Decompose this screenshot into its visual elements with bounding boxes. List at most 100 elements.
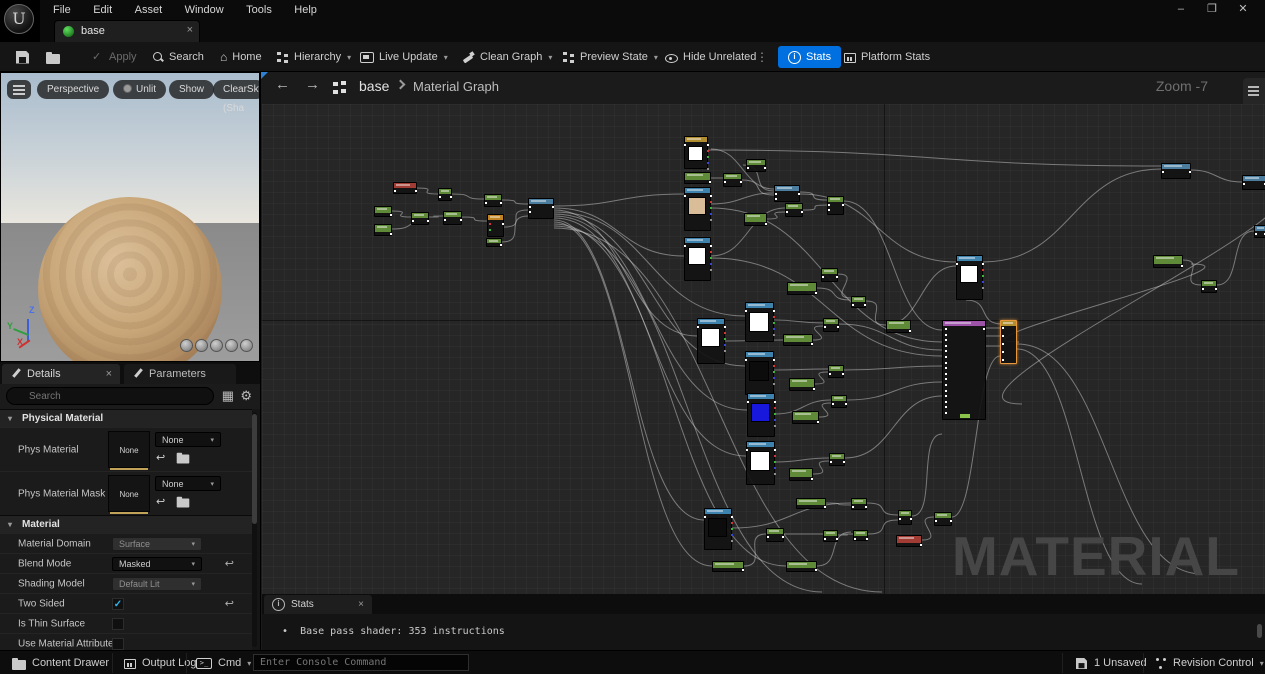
node-pin[interactable] <box>390 233 392 235</box>
node-pin[interactable] <box>813 388 815 390</box>
back-arrow-icon[interactable]: ← <box>275 76 290 93</box>
menu-help[interactable]: Help <box>285 2 326 18</box>
node-pin[interactable] <box>945 372 947 375</box>
graph-node[interactable] <box>374 224 392 236</box>
node-pin[interactable] <box>774 473 776 475</box>
graph-node[interactable] <box>827 196 844 215</box>
graph-node[interactable] <box>712 561 744 572</box>
node-pin[interactable] <box>815 569 817 571</box>
node-pin[interactable] <box>774 455 776 457</box>
breadcrumb-page[interactable]: Material Graph <box>413 79 499 94</box>
node-pin[interactable] <box>710 219 712 221</box>
node-pin[interactable] <box>982 269 984 271</box>
node-pin[interactable] <box>842 373 844 375</box>
node-pin[interactable] <box>1002 359 1004 361</box>
perspective-button[interactable]: Perspective <box>37 80 110 99</box>
home-button[interactable]: ⌂ Home <box>216 46 266 68</box>
node-pin[interactable] <box>1181 265 1183 267</box>
node-pin[interactable] <box>945 367 947 370</box>
node-pin[interactable] <box>1202 288 1204 290</box>
node-pin[interactable] <box>529 211 531 213</box>
stats-scrollbar[interactable] <box>1257 624 1262 638</box>
unsaved-status-button[interactable]: 1 Unsaved <box>1075 654 1147 672</box>
breadcrumb-asset[interactable]: base <box>359 78 389 94</box>
node-pin[interactable] <box>707 162 709 164</box>
phys-material-mask-thumbnail[interactable]: None <box>108 475 150 514</box>
clearsky-button[interactable]: ClearSky (Sha <box>213 80 259 114</box>
graph-node[interactable] <box>1242 175 1265 190</box>
node-pin[interactable] <box>945 389 947 392</box>
phys-material-dropdown[interactable]: None ▾ <box>155 432 221 447</box>
node-pin[interactable] <box>724 350 726 352</box>
node-pin[interactable] <box>444 219 446 221</box>
graph-node[interactable] <box>766 528 784 542</box>
graph-canvas[interactable]: MATERIAL <box>262 104 1265 594</box>
graph-node[interactable] <box>831 395 847 408</box>
node-pin[interactable] <box>836 276 838 278</box>
node-pin[interactable] <box>774 449 776 451</box>
tab-parameters[interactable]: Parameters <box>124 364 236 384</box>
node-pin[interactable] <box>822 276 824 278</box>
node-pin[interactable] <box>773 316 775 318</box>
search-button[interactable]: Search <box>148 46 208 68</box>
is-thin-surface-checkbox[interactable] <box>112 618 124 630</box>
node-pin[interactable] <box>1002 335 1004 337</box>
hierarchy-button[interactable]: Hierarchy ▾ <box>272 46 355 68</box>
graph-node[interactable] <box>1153 255 1183 268</box>
unlit-button[interactable]: Unlit <box>113 80 167 99</box>
node-pin[interactable] <box>460 219 462 221</box>
graph-node[interactable] <box>1201 280 1217 293</box>
section-physical-material[interactable]: Physical Material <box>0 409 252 428</box>
use-selected-asset-icon[interactable]: ↩ <box>156 495 165 508</box>
node-pin[interactable] <box>764 167 766 169</box>
graph-node[interactable] <box>438 188 452 201</box>
node-pin[interactable] <box>845 403 847 405</box>
shape-plane-button[interactable] <box>210 339 223 352</box>
node-pin[interactable] <box>774 467 776 469</box>
phys-material-mask-dropdown[interactable]: None ▾ <box>155 476 221 491</box>
menu-asset[interactable]: Asset <box>126 2 172 18</box>
node-pin[interactable] <box>832 403 834 405</box>
node-pin[interactable] <box>707 168 709 170</box>
graph-node[interactable] <box>886 320 911 333</box>
node-pin[interactable] <box>773 359 775 361</box>
graph-node[interactable] <box>443 211 462 225</box>
graph-node[interactable] <box>1161 163 1191 179</box>
node-pin[interactable] <box>710 207 712 209</box>
graph-node[interactable] <box>786 561 817 572</box>
viewport-menu-button[interactable] <box>7 80 31 99</box>
node-pin[interactable] <box>773 371 775 373</box>
graph-node[interactable] <box>484 194 502 207</box>
node-pin[interactable] <box>731 516 733 518</box>
node-pin[interactable] <box>843 461 845 463</box>
stats-toggle-button[interactable]: i Stats <box>778 46 842 68</box>
node-pin[interactable] <box>489 229 491 231</box>
node-pin[interactable] <box>773 310 775 312</box>
node-pin[interactable] <box>950 520 952 522</box>
node-pin[interactable] <box>865 506 867 508</box>
blend-mode-dropdown[interactable]: Masked ▾ <box>112 557 202 571</box>
node-pin[interactable] <box>740 181 742 183</box>
graph-node[interactable] <box>823 530 838 542</box>
shading-model-dropdown[interactable]: Default Lit ▾ <box>112 577 202 591</box>
node-pin[interactable] <box>1255 233 1257 235</box>
display-filter-icon[interactable]: ▦ <box>222 388 234 404</box>
node-pin[interactable] <box>773 322 775 324</box>
node-pin[interactable] <box>852 506 854 508</box>
node-pin[interactable] <box>945 356 947 358</box>
node-pin[interactable] <box>747 401 749 403</box>
node-pin[interactable] <box>852 304 854 306</box>
graph-node[interactable] <box>896 535 922 547</box>
node-pin[interactable] <box>707 144 709 146</box>
node-pin[interactable] <box>746 449 748 451</box>
graph-node[interactable] <box>393 182 417 194</box>
node-pin[interactable] <box>684 144 686 146</box>
graph-node[interactable] <box>942 320 986 420</box>
tab-close-icon[interactable]: × <box>187 24 193 36</box>
node-pin[interactable] <box>830 461 832 463</box>
node-pin[interactable] <box>773 383 775 385</box>
node-pin[interactable] <box>450 196 452 198</box>
node-pin[interactable] <box>1002 343 1004 345</box>
use-selected-asset-icon[interactable]: ↩ <box>156 451 165 464</box>
node-pin[interactable] <box>731 534 733 536</box>
